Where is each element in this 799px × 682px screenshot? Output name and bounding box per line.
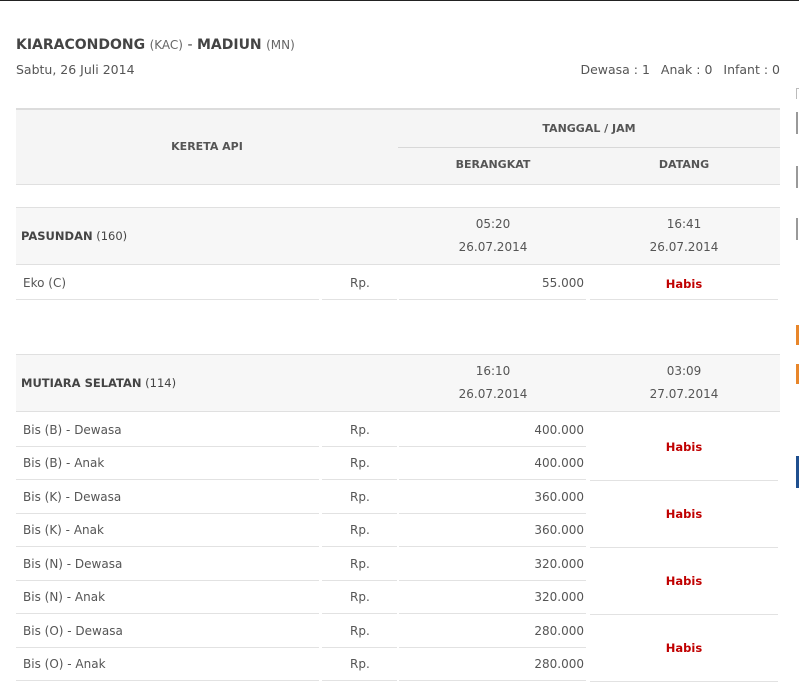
infant-count: Infant : 0 xyxy=(723,62,780,77)
train-name-label: MUTIARA SELATAN xyxy=(21,376,142,390)
fare-amount: 360.000 xyxy=(534,523,584,537)
origin-station: KIARACONDONG xyxy=(16,37,146,53)
train-name: MUTIARA SELATAN (114) xyxy=(21,376,176,390)
departure-date: 26.07.2014 xyxy=(458,240,528,254)
train-name-label: PASUNDAN xyxy=(21,229,93,243)
currency-label: Rp. xyxy=(350,624,370,638)
fare-class: Bis (N) - Anak xyxy=(23,590,106,604)
fare-amount: 280.000 xyxy=(534,657,584,671)
route-separator: - xyxy=(187,37,193,53)
sold-out-label: Habis xyxy=(665,277,703,291)
departure-cell: 16:10 26.07.2014 xyxy=(398,360,588,406)
availability-cell: Habis xyxy=(590,267,778,300)
availability-cell: Habis xyxy=(590,548,778,615)
train-row: MUTIARA SELATAN (114) 16:10 26.07.2014 0… xyxy=(16,354,780,412)
arrival-cell: 03:09 27.07.2014 xyxy=(588,360,780,406)
col-train-header: KERETA API xyxy=(171,140,243,153)
origin-code: (KAC) xyxy=(149,38,183,52)
fare-class: Bis (B) - Dewasa xyxy=(23,423,122,437)
passenger-summary: Dewasa : 1 Anak : 0 Infant : 0 xyxy=(573,62,780,77)
currency-label: Rp. xyxy=(350,557,370,571)
arrival-time: 16:41 xyxy=(666,217,702,231)
currency-label: Rp. xyxy=(350,523,370,537)
fare-class: Bis (O) - Dewasa xyxy=(23,624,123,638)
currency-label: Rp. xyxy=(350,657,370,671)
fare-class: Bis (O) - Anak xyxy=(23,657,106,671)
currency-label: Rp. xyxy=(350,276,370,290)
fare-amount: 400.000 xyxy=(534,456,584,470)
departure-time: 05:20 xyxy=(475,217,511,231)
fare-amount: 360.000 xyxy=(534,490,584,504)
currency-label: Rp. xyxy=(350,423,370,437)
arrival-date: 26.07.2014 xyxy=(649,240,719,254)
arrival-date: 27.07.2014 xyxy=(649,387,719,401)
adult-count: Dewasa : 1 xyxy=(580,62,650,77)
fare-class: Bis (B) - Anak xyxy=(23,456,105,470)
departure-date: 26.07.2014 xyxy=(458,387,528,401)
fare-amount: 55.000 xyxy=(542,276,584,290)
train-name: PASUNDAN (160) xyxy=(21,229,127,243)
header-divider xyxy=(398,147,780,148)
arrival-time: 03:09 xyxy=(666,364,702,378)
travel-date: Sabtu, 26 Juli 2014 xyxy=(16,62,135,77)
train-number: (160) xyxy=(96,229,128,243)
sold-out-label: Habis xyxy=(665,574,703,588)
sold-out-label: Habis xyxy=(665,440,703,454)
top-border xyxy=(0,0,799,1)
sold-out-label: Habis xyxy=(665,641,703,655)
availability-cell: Habis xyxy=(590,414,778,481)
col-arrive-header: DATANG xyxy=(658,158,710,171)
departure-time: 16:10 xyxy=(475,364,511,378)
sold-out-label: Habis xyxy=(665,507,703,521)
fare-amount: 320.000 xyxy=(534,590,584,604)
fare-amount: 400.000 xyxy=(534,423,584,437)
currency-label: Rp. xyxy=(350,490,370,504)
col-depart-header: BERANGKAT xyxy=(455,158,531,171)
child-count: Anak : 0 xyxy=(660,62,713,77)
departure-cell: 05:20 26.07.2014 xyxy=(398,213,588,259)
destination-code: (MN) xyxy=(266,38,295,52)
train-row: PASUNDAN (160) 05:20 26.07.2014 16:41 26… xyxy=(16,207,780,265)
route-title: KIARACONDONG (KAC) - MADIUN (MN) xyxy=(16,37,295,53)
fare-class: Eko (C) xyxy=(23,276,67,290)
arrival-cell: 16:41 26.07.2014 xyxy=(588,213,780,259)
destination-station: MADIUN xyxy=(196,37,262,53)
availability-cell: Habis xyxy=(590,615,778,682)
fare-class: Bis (K) - Anak xyxy=(23,523,104,537)
col-datetime-header: TANGGAL / JAM xyxy=(542,122,636,135)
train-number: (114) xyxy=(145,376,177,390)
currency-label: Rp. xyxy=(350,590,370,604)
fare-amount: 280.000 xyxy=(534,624,584,638)
currency-label: Rp. xyxy=(350,456,370,470)
fare-class: Bis (K) - Dewasa xyxy=(23,490,122,504)
schedule-table-header: KERETA API TANGGAL / JAM BERANGKAT DATAN… xyxy=(16,108,780,185)
fare-class: Bis (N) - Dewasa xyxy=(23,557,123,571)
availability-cell: Habis xyxy=(590,481,778,548)
fare-amount: 320.000 xyxy=(534,557,584,571)
